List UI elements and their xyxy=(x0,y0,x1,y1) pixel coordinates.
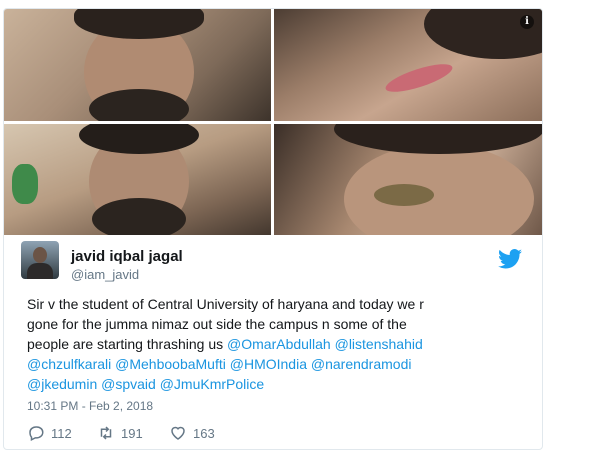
tweet-timestamp[interactable]: 10:31 PM - Feb 2, 2018 xyxy=(27,399,153,413)
photo-1[interactable] xyxy=(4,9,271,121)
photo-grid: i xyxy=(4,9,542,235)
tweet-text-line: people are starting thrashing us @OmarAb… xyxy=(27,334,527,354)
mention-link[interactable]: @MehboobaMufti xyxy=(115,356,226,372)
mention-link[interactable]: @OmarAbdullah xyxy=(227,336,331,352)
heart-icon xyxy=(171,426,185,440)
reply-count: 112 xyxy=(51,425,72,441)
tweet-text-segment: people are starting thrashing us xyxy=(27,336,228,352)
reply-icon xyxy=(29,426,44,441)
photo-4[interactable] xyxy=(274,124,542,235)
retweet-icon xyxy=(100,426,112,440)
tweet-text: Sir v the student of Central University … xyxy=(27,294,527,394)
mention-link[interactable]: @HMOIndia xyxy=(230,356,307,372)
like-count: 163 xyxy=(193,425,215,441)
tweet-text-segment: Sir v the student of Central University … xyxy=(27,296,424,312)
photo-2[interactable]: i xyxy=(274,9,542,121)
photo-3[interactable] xyxy=(4,124,271,235)
tweet-text-line: Sir v the student of Central University … xyxy=(27,294,527,314)
mention-link[interactable]: @listenshahid xyxy=(335,336,423,352)
tweet-text-segment: gone for the jumma nimaz out side the ca… xyxy=(27,316,407,332)
mention-link[interactable]: @narendramodi xyxy=(311,356,412,372)
mention-link[interactable]: @chzulfkarali xyxy=(27,356,111,372)
avatar[interactable] xyxy=(21,241,59,279)
mention-link[interactable]: @jkedumin xyxy=(27,376,97,392)
tweet-text-line: gone for the jumma nimaz out side the ca… xyxy=(27,314,527,334)
twitter-bird-icon[interactable] xyxy=(498,249,522,269)
tweet-text-line: @chzulfkarali @MehboobaMufti @HMOIndia @… xyxy=(27,354,527,374)
retweet-count: 191 xyxy=(121,425,143,441)
tweet-text-line: @jkedumin @spvaid @JmuKmrPolice xyxy=(27,374,527,394)
mention-link[interactable]: @spvaid xyxy=(101,376,156,392)
like-button[interactable]: 163 xyxy=(169,423,215,443)
tweet-card: i javid iqbal jagal @iam_javid Sir v the… xyxy=(3,8,543,450)
mention-link[interactable]: @JmuKmrPolice xyxy=(160,376,264,392)
reply-button[interactable]: 112 xyxy=(27,423,72,443)
info-icon[interactable]: i xyxy=(520,15,534,29)
retweet-button[interactable]: 191 xyxy=(97,423,143,443)
author-name[interactable]: javid iqbal jagal xyxy=(71,248,183,265)
author-handle[interactable]: @iam_javid xyxy=(71,267,139,282)
